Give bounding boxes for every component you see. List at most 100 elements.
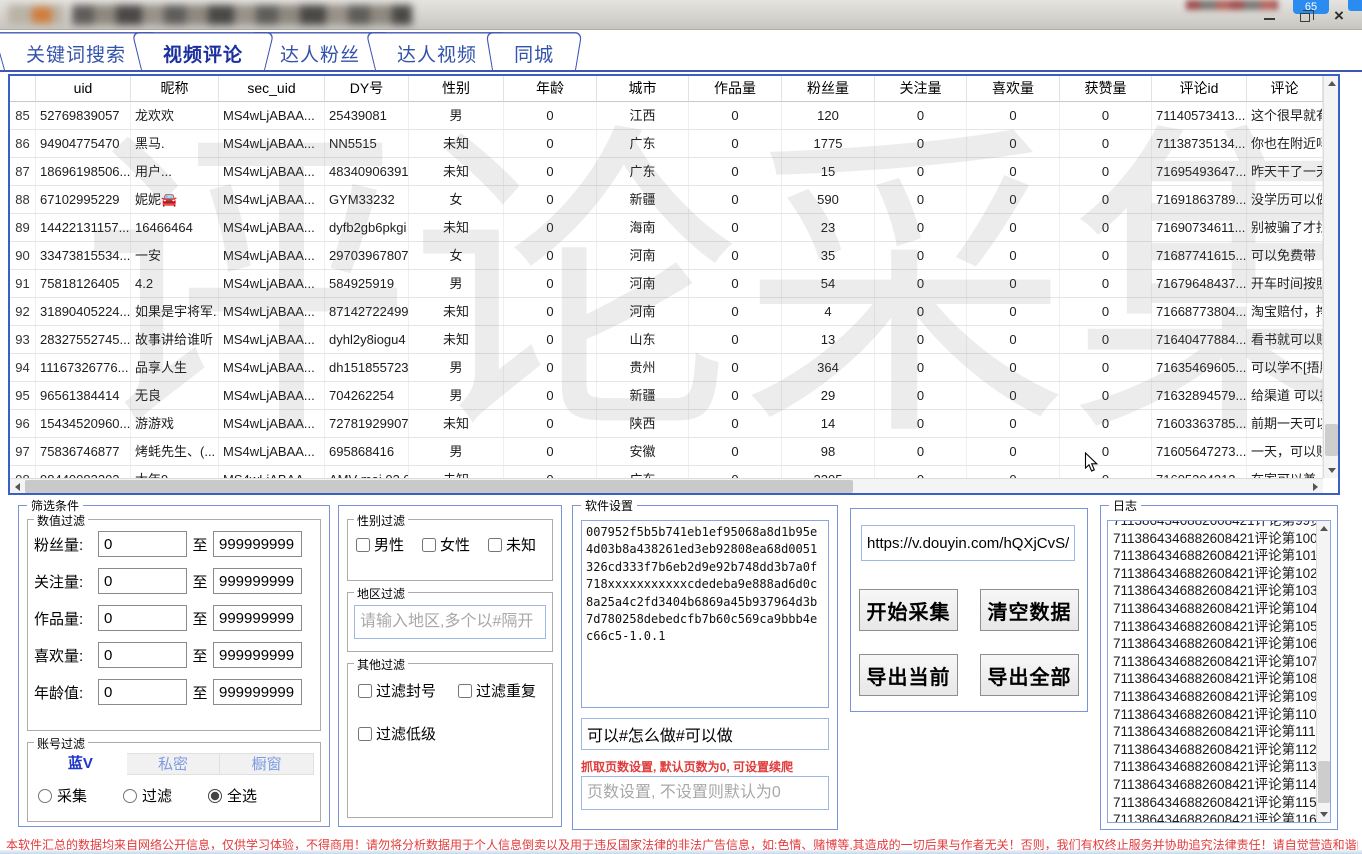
scrollbar-thumb[interactable] xyxy=(1318,761,1330,803)
tab-showcase[interactable]: 橱窗 xyxy=(220,753,314,775)
radio-collect[interactable]: 采集 xyxy=(38,785,87,806)
table-row[interactable]: 93 28327552745... 故事讲给谁听 MS4wLjABAA... d… xyxy=(10,326,1323,354)
column-header[interactable]: 关注量 xyxy=(875,76,967,101)
log-entry[interactable]: 7113864346882608421评论第113页 xyxy=(1113,758,1315,776)
radio-select-all[interactable]: 全选 xyxy=(208,785,257,806)
tab-keyword-search[interactable]: 关键词搜索 xyxy=(4,37,148,70)
gender-checkbox[interactable]: 未知 xyxy=(488,534,536,555)
filter-max-input[interactable] xyxy=(213,568,302,594)
gender-checkbox[interactable]: 男性 xyxy=(356,534,404,555)
clear-data-button[interactable]: 清空数据 xyxy=(980,589,1079,631)
export-all-button[interactable]: 导出全部 xyxy=(980,654,1079,696)
radio-input[interactable] xyxy=(38,789,52,803)
table-row[interactable]: 86 94904775470 黑马. MS4wLjABAA... NN5515 … xyxy=(10,130,1323,158)
column-header[interactable]: 昵称 xyxy=(131,76,219,101)
checkbox-input[interactable] xyxy=(488,538,502,552)
table-vertical-scrollbar[interactable] xyxy=(1323,76,1338,478)
column-header[interactable]: 城市 xyxy=(597,76,689,101)
tab-video-comments[interactable]: 视频评论 xyxy=(141,37,265,70)
radio-filter[interactable]: 过滤 xyxy=(123,785,172,806)
filter-min-input[interactable] xyxy=(98,642,187,668)
log-entry[interactable]: 7113864346882608421评论第100页 xyxy=(1113,530,1315,548)
log-entry[interactable]: 7113864346882608421评论第106页 xyxy=(1113,635,1315,653)
table-row[interactable]: 90 33473815534... 一安 MS4wLjABAA... 29703… xyxy=(10,242,1323,270)
start-collect-button[interactable]: 开始采集 xyxy=(859,589,958,631)
filter-max-input[interactable] xyxy=(213,531,302,557)
title-bar[interactable]: 65 × xyxy=(0,0,1362,30)
log-entry[interactable]: 7113864346882608421评论第114页 xyxy=(1113,776,1315,794)
column-header[interactable]: DY号 xyxy=(325,76,409,101)
table-row[interactable]: 87 18696198506... 用户... MS4wLjABAA... 48… xyxy=(10,158,1323,186)
checkbox-input[interactable] xyxy=(422,538,436,552)
log-entry[interactable]: 7113864346882608421评论第116页 xyxy=(1113,811,1315,823)
tab-creator-videos[interactable]: 达人视频 xyxy=(375,37,499,70)
filter-max-input[interactable] xyxy=(213,642,302,668)
column-header[interactable]: 年龄 xyxy=(504,76,597,101)
log-scrollbar[interactable] xyxy=(1316,521,1330,822)
table-row[interactable]: 98 98440083202 大年9 MS4wLjABAA AMV-mai 03… xyxy=(10,466,1323,478)
scroll-down-button[interactable] xyxy=(1317,807,1331,822)
filter-max-input[interactable] xyxy=(213,605,302,631)
filter-max-input[interactable] xyxy=(213,679,302,705)
tab-creator-fans[interactable]: 达人粉丝 xyxy=(258,37,382,70)
tab-blue-v[interactable]: 蓝V xyxy=(34,753,127,775)
log-entry[interactable]: 7113864346882608421评论第111页 xyxy=(1113,723,1315,741)
scroll-right-button[interactable] xyxy=(1308,479,1323,494)
other-checkbox[interactable]: 过滤低级 xyxy=(358,723,436,744)
table-row[interactable]: 89 14422131157... 16466464 MS4wLjABAA...… xyxy=(10,214,1323,242)
column-header[interactable]: 评论 xyxy=(1247,76,1323,101)
scroll-up-button[interactable] xyxy=(1317,521,1331,536)
table-row[interactable]: 96 15434520960... 游游戏 MS4wLjABAA... 7278… xyxy=(10,410,1323,438)
checkbox-input[interactable] xyxy=(458,684,472,698)
table-horizontal-scrollbar[interactable] xyxy=(10,478,1323,493)
column-header[interactable]: sec_uid xyxy=(219,76,325,101)
scrollbar-thumb[interactable] xyxy=(1325,424,1338,456)
log-entry[interactable]: 7113864346882608421评论第107页 xyxy=(1113,653,1315,671)
table-row[interactable]: 97 75836746877 烤蚝先生、(... MS4wLjABAA... 6… xyxy=(10,438,1323,466)
other-checkbox[interactable]: 过滤重复 xyxy=(458,680,536,701)
log-entry[interactable]: 7113864346882608421评论第102页 xyxy=(1113,565,1315,583)
tab-private[interactable]: 私密 xyxy=(127,753,221,775)
log-entry[interactable]: 7113864346882608421评论第108页 xyxy=(1113,670,1315,688)
table-row[interactable]: 95 96561384414 无良 MS4wLjABAA... 70426225… xyxy=(10,382,1323,410)
minimize-button[interactable] xyxy=(1256,0,1282,30)
log-entry[interactable]: 7113864346882608421评论第105页 xyxy=(1113,618,1315,636)
scroll-down-button[interactable] xyxy=(1324,463,1339,478)
filter-min-input[interactable] xyxy=(98,531,187,557)
log-entry[interactable]: 7113864346882608421评论第115页 xyxy=(1113,794,1315,812)
column-header[interactable]: 粉丝量 xyxy=(782,76,875,101)
region-input[interactable] xyxy=(354,605,546,639)
log-entry[interactable]: 7113864346882608421评论第99页 xyxy=(1113,520,1315,530)
log-entry[interactable]: 7113864346882608421评论第101页 xyxy=(1113,547,1315,565)
filter-min-input[interactable] xyxy=(98,679,187,705)
table-row[interactable]: 85 52769839057 龙欢欢 MS4wLjABAA... 2543908… xyxy=(10,102,1323,130)
export-current-button[interactable]: 导出当前 xyxy=(859,654,958,696)
filter-min-input[interactable] xyxy=(98,568,187,594)
other-checkbox[interactable]: 过滤封号 xyxy=(358,680,436,701)
log-entry[interactable]: 7113864346882608421评论第110页 xyxy=(1113,706,1315,724)
log-entry[interactable]: 7113864346882608421评论第103页 xyxy=(1113,582,1315,600)
tab-same-city[interactable]: 同城 xyxy=(492,37,576,70)
column-header[interactable]: 性别 xyxy=(409,76,504,101)
column-header[interactable]: 作品量 xyxy=(689,76,782,101)
keyword-input[interactable] xyxy=(581,718,829,750)
column-header[interactable]: 获赞量 xyxy=(1060,76,1152,101)
restore-button[interactable] xyxy=(1292,0,1318,30)
log-entry[interactable]: 7113864346882608421评论第109页 xyxy=(1113,688,1315,706)
checkbox-input[interactable] xyxy=(358,727,372,741)
log-entry[interactable]: 7113864346882608421评论第112页 xyxy=(1113,741,1315,759)
scrollbar-thumb[interactable] xyxy=(25,480,853,493)
table-row[interactable]: 88 67102995229 妮妮🚘 MS4wLjABAA... GYM3323… xyxy=(10,186,1323,214)
log-list[interactable]: 7113864346882608421评论第99页 71138643468826… xyxy=(1107,520,1331,823)
page-count-input[interactable] xyxy=(581,776,829,810)
log-entry[interactable]: 7113864346882608421评论第104页 xyxy=(1113,600,1315,618)
column-header[interactable]: 喜欢量 xyxy=(967,76,1060,101)
table-row[interactable]: 94 11167326776... 品享人生 MS4wLjABAA... dh1… xyxy=(10,354,1323,382)
table-body[interactable]: 85 52769839057 龙欢欢 MS4wLjABAA... 2543908… xyxy=(10,102,1338,478)
filter-min-input[interactable] xyxy=(98,605,187,631)
checkbox-input[interactable] xyxy=(356,538,370,552)
video-url-input[interactable] xyxy=(861,525,1075,561)
license-token-textarea[interactable]: 007952f5b5b741eb1ef95068a8d1b95e4d03b8a4… xyxy=(581,520,829,708)
table-row[interactable]: 92 31890405224... 如果是宇将军... MS4wLjABAA..… xyxy=(10,298,1323,326)
scroll-up-button[interactable] xyxy=(1324,76,1339,91)
